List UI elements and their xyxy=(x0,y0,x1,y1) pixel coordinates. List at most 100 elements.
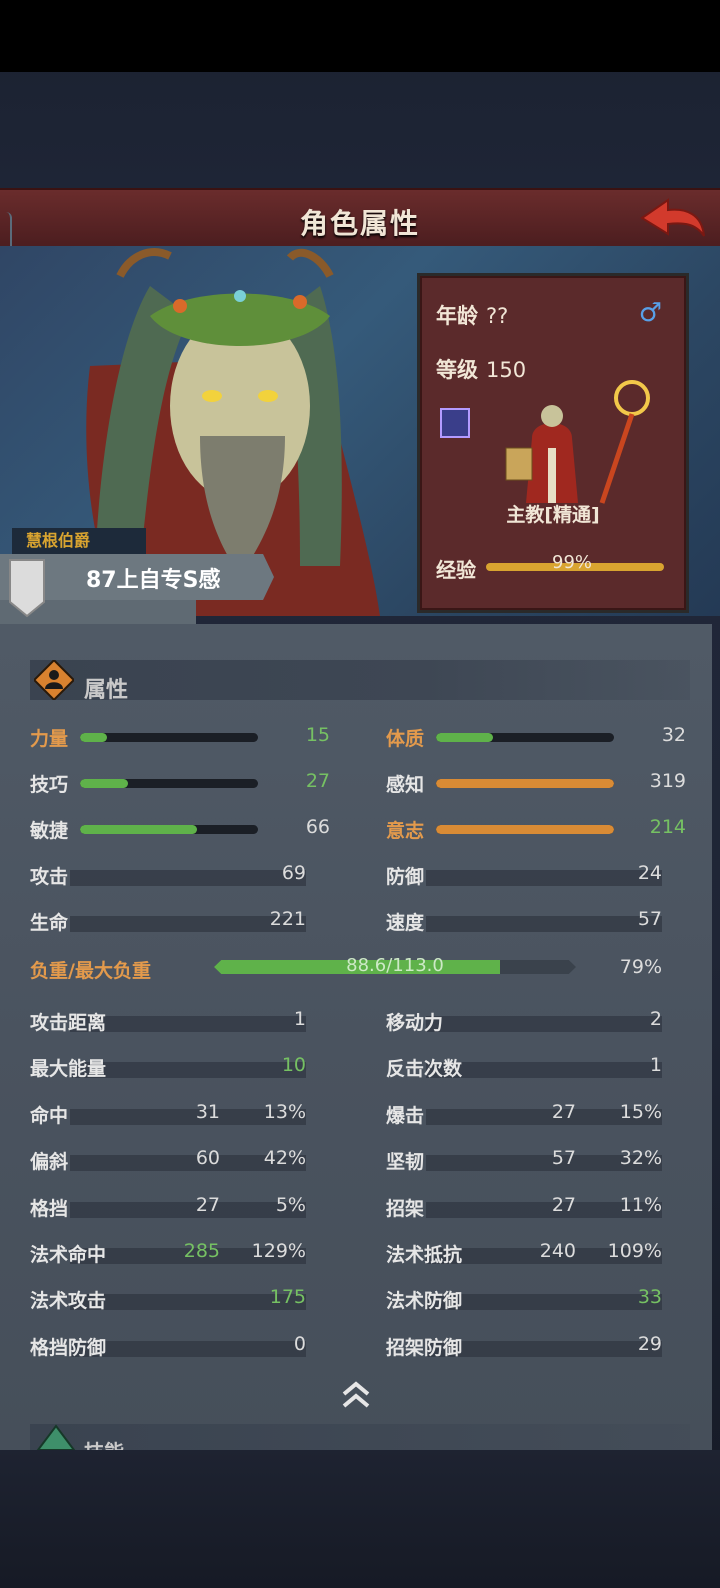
stat-value: 214 xyxy=(649,816,686,838)
character-info-card: 年龄?? ♂ 等级 150 主教[精通] 经验 99% xyxy=(420,276,686,610)
stat-label: 反击次数 xyxy=(386,1058,463,1081)
stat-value: 27 xyxy=(551,1100,576,1123)
stat-bar-fill xyxy=(436,733,493,742)
stat-label: 技巧 xyxy=(30,774,69,796)
stat-value: 240 xyxy=(539,1240,576,1262)
stat-bar-fill xyxy=(80,733,107,742)
nameplate: 慧根伯爵 87上自专S感 xyxy=(0,528,280,636)
stat-bar-fill xyxy=(436,779,614,788)
stat-bar xyxy=(436,825,614,834)
primary-stat-row: 感知 319 xyxy=(386,770,686,800)
stat-value: 27 xyxy=(305,770,330,792)
collapse-chevron-icon[interactable] xyxy=(336,1376,376,1412)
stat-label: 命中 xyxy=(30,1104,69,1127)
secondary-stat-row: 格挡防御 0 xyxy=(30,1333,306,1363)
stat-value: 10 xyxy=(281,1054,306,1077)
secondary-stat-row: 最大能量 10 xyxy=(30,1054,306,1084)
stat-percent: 42% xyxy=(263,1147,306,1170)
stat-label: 偏斜 xyxy=(30,1151,69,1174)
stat-bar xyxy=(436,779,614,788)
stat-percent: 109% xyxy=(607,1240,662,1262)
stat-bar-fill xyxy=(436,825,614,834)
secondary-stat-row: 偏斜 60 42% xyxy=(30,1147,306,1177)
basic-stat-row: 防御 24 xyxy=(386,862,662,892)
stat-label: 移动力 xyxy=(386,1012,444,1034)
stat-value: 175 xyxy=(269,1286,306,1309)
stat-percent: 129% xyxy=(251,1240,306,1262)
stat-label: 法术防御 xyxy=(386,1290,463,1313)
stat-label: 法术抵抗 xyxy=(386,1244,463,1266)
primary-stat-row: 体质 32 xyxy=(386,724,686,754)
stat-value: 69 xyxy=(281,862,306,884)
secondary-stat-row: 法术命中 285 129% xyxy=(30,1240,306,1270)
stat-bar xyxy=(80,733,258,742)
stat-value: 1 xyxy=(293,1008,306,1030)
exp-label: 经验 xyxy=(436,558,476,582)
stat-label: 招架防御 xyxy=(386,1336,463,1359)
back-arrow-icon[interactable] xyxy=(638,196,708,242)
load-percent: 79% xyxy=(619,956,662,978)
title-bar: 角色属性 xyxy=(0,188,720,251)
secondary-stat-row: 法术防御 33 xyxy=(386,1286,662,1316)
stat-percent: 5% xyxy=(275,1193,306,1216)
stat-label: 体质 xyxy=(386,728,425,750)
stat-bar xyxy=(436,733,614,742)
bottom-area xyxy=(0,1450,720,1588)
secondary-stat-row: 招架 27 11% xyxy=(386,1194,662,1224)
stat-label: 最大能量 xyxy=(30,1058,107,1081)
title-tag: 慧根伯爵 xyxy=(12,528,146,554)
age-value: ?? xyxy=(486,304,509,328)
stat-label: 法术命中 xyxy=(30,1244,107,1266)
secondary-stat-row: 爆击 27 15% xyxy=(386,1101,662,1131)
stat-value: 27 xyxy=(195,1193,220,1216)
character-attributes-screen: 角色属性 年龄?? ♂ 等级 150 主教[精通] 经验 99% 慧根伯爵 87… xyxy=(0,0,720,1588)
skills-section-header xyxy=(30,1424,690,1450)
secondary-stat-row: 反击次数 1 xyxy=(386,1054,662,1084)
stat-label: 攻击距离 xyxy=(30,1012,107,1034)
level-label: 等级 xyxy=(436,358,478,382)
stat-value: 57 xyxy=(551,1147,576,1170)
secondary-stat-row: 法术攻击 175 xyxy=(30,1286,306,1316)
load-label: 负重/最大负重 xyxy=(30,960,151,982)
stat-value: 66 xyxy=(305,816,330,838)
stat-label: 法术攻击 xyxy=(30,1290,107,1313)
class-skill-icon[interactable] xyxy=(440,408,470,438)
secondary-stat-row: 攻击距离 1 xyxy=(30,1008,306,1038)
skills-icon xyxy=(36,1424,76,1450)
stat-value: 32 xyxy=(661,724,686,746)
stat-bar xyxy=(80,825,258,834)
secondary-stat-row: 命中 31 13% xyxy=(30,1101,306,1131)
stat-value: 2 xyxy=(649,1008,662,1030)
stat-value: 60 xyxy=(195,1147,220,1170)
stat-bar xyxy=(80,779,258,788)
stat-label: 格挡 xyxy=(30,1197,69,1220)
stat-value: 57 xyxy=(637,908,662,930)
stat-label: 意志 xyxy=(386,820,425,842)
page-title: 角色属性 xyxy=(299,207,420,240)
male-icon: ♂ xyxy=(638,298,662,328)
age-row: 年龄?? xyxy=(436,300,508,330)
stat-value: 15 xyxy=(305,724,330,746)
stat-percent: 11% xyxy=(619,1193,662,1216)
stat-label: 格挡防御 xyxy=(30,1336,107,1359)
stat-value: 29 xyxy=(637,1332,662,1355)
primary-stat-row: 敏捷 66 xyxy=(30,816,330,846)
attributes-section-title: 属性 xyxy=(84,678,129,703)
stat-value: 285 xyxy=(183,1240,220,1262)
class-figure-icon xyxy=(505,380,650,504)
stat-bar-fill xyxy=(80,779,129,788)
stat-percent: 15% xyxy=(619,1100,662,1123)
secondary-stat-row: 移动力 2 xyxy=(386,1008,662,1038)
secondary-stat-row: 坚韧 57 32% xyxy=(386,1147,662,1177)
stat-percent: 13% xyxy=(263,1100,306,1123)
stat-label: 感知 xyxy=(386,774,425,796)
stat-bar-fill xyxy=(80,825,198,834)
status-bar-area xyxy=(0,0,720,72)
stat-label: 坚韧 xyxy=(386,1151,425,1174)
stat-label: 生命 xyxy=(30,912,69,934)
primary-stat-row: 力量 15 xyxy=(30,724,330,754)
stat-value: 31 xyxy=(195,1100,220,1123)
stat-label: 速度 xyxy=(386,912,425,934)
stat-label: 招架 xyxy=(386,1197,425,1220)
stat-label: 防御 xyxy=(386,866,425,888)
